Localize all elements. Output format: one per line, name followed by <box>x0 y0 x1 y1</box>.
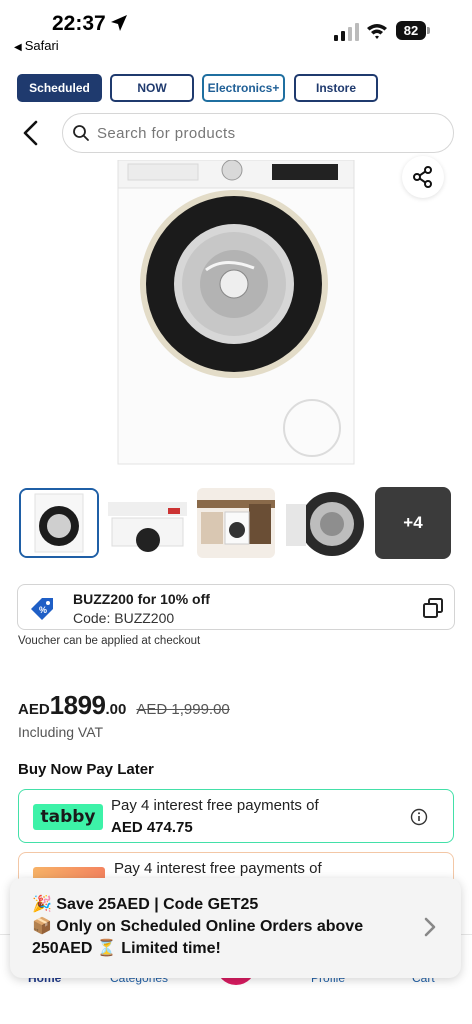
price-currency: AED <box>18 701 50 718</box>
tabby-description: Pay 4 interest free payments of <box>111 797 319 814</box>
service-tabs: Scheduled NOW Electronics+ Instore <box>0 74 472 104</box>
search-bar[interactable] <box>62 113 454 153</box>
thumbnail-image <box>197 488 275 558</box>
product-image-washing-machine[interactable] <box>114 160 358 466</box>
voucher-title: BUZZ200 for 10% off <box>73 591 210 607</box>
thumbnail-3[interactable] <box>197 488 275 558</box>
promo-line-2: 📦 Only on Scheduled Online Orders above … <box>32 918 364 957</box>
battery-icon: 82 <box>396 21 430 40</box>
back-to-app-link[interactable]: ◀ Safari <box>14 38 59 53</box>
thumbnail-1[interactable] <box>19 488 99 558</box>
info-icon[interactable] <box>410 808 428 826</box>
tabby-logo: tabby <box>33 804 103 830</box>
back-chevron-icon[interactable] <box>20 120 44 146</box>
old-price: AED 1,999.00 <box>136 701 230 718</box>
vat-note: Including VAT <box>18 724 104 740</box>
voucher-code: Code: BUZZ200 <box>73 610 175 626</box>
thumbnail-4[interactable] <box>286 488 364 558</box>
promo-line-1: 🎉 Save 25AED | Code GET25 <box>32 896 259 913</box>
tab-now[interactable]: NOW <box>110 74 194 102</box>
battery-level: 82 <box>396 21 426 40</box>
status-time: 22:37 <box>52 12 106 35</box>
price-integer: 1899 <box>49 690 106 720</box>
wifi-icon <box>367 24 387 39</box>
location-arrow-icon <box>111 15 127 31</box>
status-bar: 22:37 ◀ Safari 82 <box>0 0 472 58</box>
copy-icon[interactable] <box>422 597 444 619</box>
tamara-description: Pay 4 interest free payments of <box>114 860 322 877</box>
more-images-button[interactable]: +4 <box>375 487 451 559</box>
price-decimal: .00 <box>105 701 127 718</box>
tab-instore[interactable]: Instore <box>294 74 378 102</box>
thumbnail-image <box>108 488 187 558</box>
search-icon <box>73 125 89 141</box>
price-block: AED1899.00 AED 1,999.00 <box>18 690 230 722</box>
voucher-tag-icon: % <box>31 598 53 620</box>
tab-scheduled[interactable]: Scheduled <box>17 74 102 102</box>
signal-icon <box>334 23 359 41</box>
promo-text: 🎉 Save 25AED | Code GET25 📦 Only on Sche… <box>32 894 412 960</box>
voucher-card[interactable]: % BUZZ200 for 10% off Code: BUZZ200 <box>17 584 455 630</box>
tabby-option[interactable]: tabby Pay 4 interest free payments of AE… <box>18 789 454 843</box>
back-app-label: Safari <box>24 38 59 53</box>
svg-text:%: % <box>39 605 47 615</box>
share-icon <box>413 166 432 188</box>
thumbnail-image <box>21 490 97 556</box>
tabby-amount: AED 474.75 <box>111 819 193 836</box>
tab-electronics[interactable]: Electronics+ <box>202 74 285 102</box>
chevron-right-icon[interactable] <box>422 916 438 938</box>
thumbnail-image <box>286 488 364 558</box>
bnpl-title: Buy Now Pay Later <box>18 761 154 778</box>
share-button[interactable] <box>402 156 444 198</box>
back-triangle-icon: ◀ <box>14 42 22 53</box>
voucher-note: Voucher can be applied at checkout <box>18 635 201 647</box>
thumbnail-2[interactable] <box>108 488 187 558</box>
search-input[interactable] <box>97 120 437 146</box>
promo-banner[interactable]: 🎉 Save 25AED | Code GET25 📦 Only on Sche… <box>10 878 461 978</box>
